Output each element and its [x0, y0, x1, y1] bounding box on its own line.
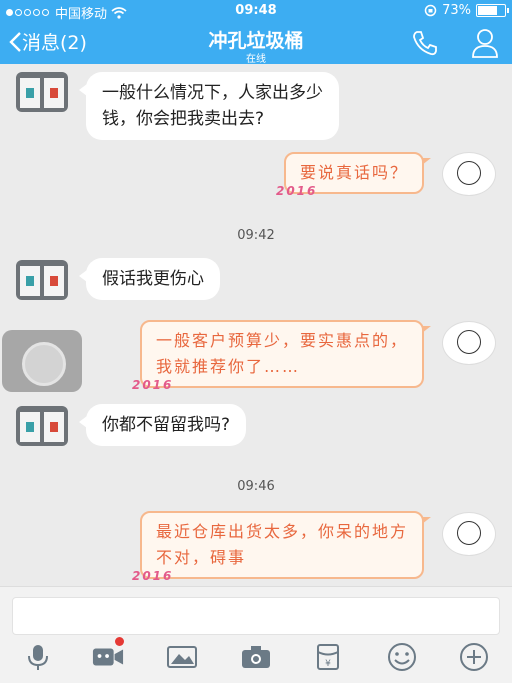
- nav-bar: 消息(2) 冲孔垃圾桶 在线: [0, 22, 512, 65]
- notification-dot: [115, 637, 124, 646]
- message-bubble-incoming: 你都不留留我吗?: [78, 404, 247, 446]
- message-text: 不对，碍事: [155, 548, 246, 567]
- message-text: 钱，你会把我卖出去?: [102, 109, 265, 129]
- video-button[interactable]: [92, 637, 124, 673]
- message-bubble-incoming: 假话我更伤心: [79, 258, 220, 300]
- contact-avatar[interactable]: [16, 72, 68, 112]
- timestamp: 09:42: [237, 228, 275, 243]
- emoji-icon: [388, 643, 416, 671]
- lock-rotation-icon: [424, 4, 437, 17]
- message-bubble-outgoing: 最近仓库出货太多，你呆的地方 不对，碍事 2016: [132, 511, 432, 583]
- input-bar: ¥: [0, 586, 512, 683]
- person-icon: [472, 29, 498, 58]
- message-text: 一般什么情况下，人家出多少: [102, 83, 323, 103]
- more-button[interactable]: [458, 641, 490, 673]
- message-text: 你都不留留我吗?: [102, 415, 231, 435]
- video-icon: [92, 648, 124, 666]
- mic-icon: [28, 645, 48, 670]
- red-packet-icon: ¥: [317, 644, 339, 670]
- battery-icon: [476, 4, 509, 17]
- message-bubble-incoming: 一般什么情况下，人家出多少 钱，你会把我卖出去?: [79, 72, 339, 140]
- svg-text:¥: ¥: [325, 659, 331, 669]
- image-icon: [167, 646, 197, 668]
- message-bubble-outgoing: 要说真话吗？ 2016: [276, 152, 432, 198]
- image-button[interactable]: [166, 641, 198, 673]
- battery-percent: 73%: [442, 3, 471, 18]
- camera-icon: [242, 646, 270, 668]
- message-input[interactable]: [12, 597, 500, 635]
- profile-button[interactable]: [470, 27, 500, 63]
- plus-icon: [460, 643, 488, 671]
- assistive-touch-button[interactable]: [2, 330, 82, 392]
- status-bar: 中国移动 09:48 73%: [0, 0, 512, 22]
- contact-avatar[interactable]: [16, 260, 68, 300]
- message-bubble-outgoing: 一般客户预算少，要实惠点的， 我就推荐你了…… 2016: [132, 320, 432, 392]
- my-avatar[interactable]: [442, 512, 496, 556]
- contact-avatar[interactable]: [16, 406, 68, 446]
- timestamp: 09:46: [237, 479, 275, 494]
- my-avatar[interactable]: [442, 152, 496, 196]
- top-bar: 中国移动 09:48 73% 消息(2) 冲孔垃圾桶 在线: [0, 0, 512, 65]
- sticker-deco: 2016: [131, 378, 174, 392]
- message-text: 我就推荐你了……: [155, 357, 300, 376]
- message-text: 一般客户预算少，要实惠点的，: [155, 331, 408, 350]
- phone-icon: [413, 31, 437, 56]
- message-text: 假话我更伤心: [102, 269, 204, 289]
- voice-button[interactable]: [22, 641, 54, 673]
- message-text: 最近仓库出货太多，你呆的地方: [155, 522, 408, 541]
- red-packet-button[interactable]: ¥: [312, 641, 344, 673]
- call-button[interactable]: [410, 28, 440, 62]
- emoji-button[interactable]: [386, 641, 418, 673]
- camera-button[interactable]: [240, 641, 272, 673]
- sticker-deco: 2016: [275, 184, 318, 198]
- my-avatar[interactable]: [442, 321, 496, 365]
